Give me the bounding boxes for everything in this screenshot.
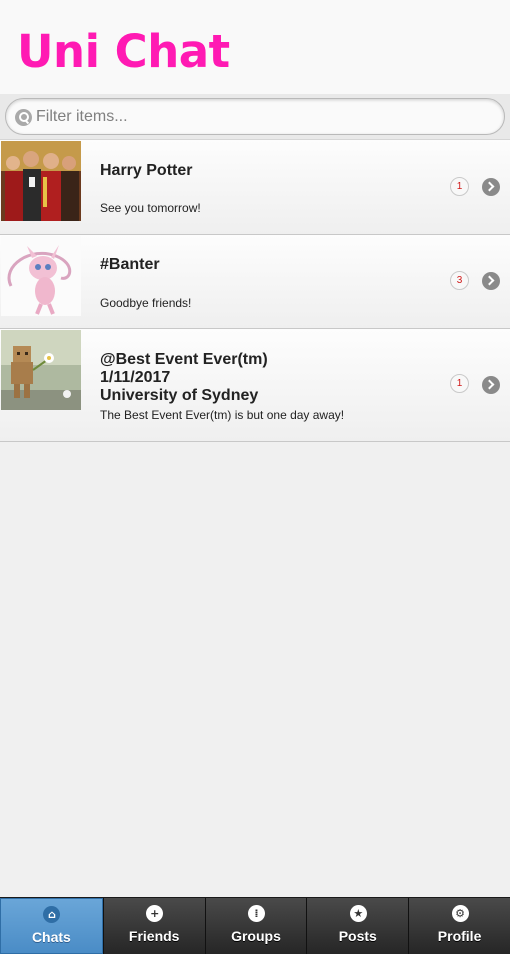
star-icon: ★ <box>349 905 367 922</box>
cardboard-robot-icon <box>1 330 81 410</box>
chevron-right-icon <box>482 272 500 290</box>
chat-last-message: The Best Event Ever(tm) is but one day a… <box>100 408 345 422</box>
chat-last-message: Goodbye friends! <box>100 296 192 310</box>
chat-title: @Best Event Ever(tm) 1/11/2017 Universit… <box>100 351 268 404</box>
grid-icon: ⁞ <box>247 905 265 922</box>
filter-field[interactable] <box>5 98 505 135</box>
chat-item-harry-potter[interactable]: Harry Potter See you tomorrow! 1 <box>0 140 510 235</box>
group-photo-icon <box>1 141 81 221</box>
chat-title: #Banter <box>100 256 160 273</box>
gear-icon: ⚙ <box>451 905 469 922</box>
chevron-right-icon <box>482 376 500 394</box>
chat-item-best-event[interactable]: @Best Event Ever(tm) 1/11/2017 Universit… <box>0 329 510 442</box>
unread-count-badge: 1 <box>450 374 469 393</box>
tab-friends[interactable]: + Friends <box>102 898 205 954</box>
tab-posts[interactable]: ★ Posts <box>306 898 409 954</box>
chevron-right-icon <box>482 178 500 196</box>
chat-item-banter[interactable]: #Banter Goodbye friends! 3 <box>0 235 510 329</box>
tab-chats[interactable]: ⌂ Chats <box>0 898 103 954</box>
pink-creature-icon <box>1 236 81 316</box>
tab-label: Chats <box>31 929 71 945</box>
home-icon: ⌂ <box>43 906 61 923</box>
filter-bar <box>0 94 510 140</box>
app-header: Uni Chat <box>0 0 510 94</box>
plus-icon: + <box>146 905 164 922</box>
unread-count-badge: 1 <box>450 177 469 196</box>
tab-groups[interactable]: ⁞ Groups <box>204 898 307 954</box>
tab-label: Groups <box>231 928 281 944</box>
tab-label: Profile <box>437 928 482 944</box>
unread-count-badge: 3 <box>450 271 469 290</box>
chat-list: Harry Potter See you tomorrow! 1 #Banter… <box>0 140 510 442</box>
tab-profile[interactable]: ⚙ Profile <box>408 898 510 954</box>
bottom-tab-bar: ⌂ Chats + Friends ⁞ Groups ★ Posts ⚙ Pro… <box>0 897 510 954</box>
search-icon <box>15 109 32 126</box>
tab-label: Posts <box>338 928 377 944</box>
chat-title: Harry Potter <box>100 162 193 179</box>
app-title: Uni Chat <box>17 25 230 78</box>
tab-label: Friends <box>128 928 180 944</box>
filter-input[interactable] <box>36 99 492 134</box>
chat-last-message: See you tomorrow! <box>100 201 201 215</box>
